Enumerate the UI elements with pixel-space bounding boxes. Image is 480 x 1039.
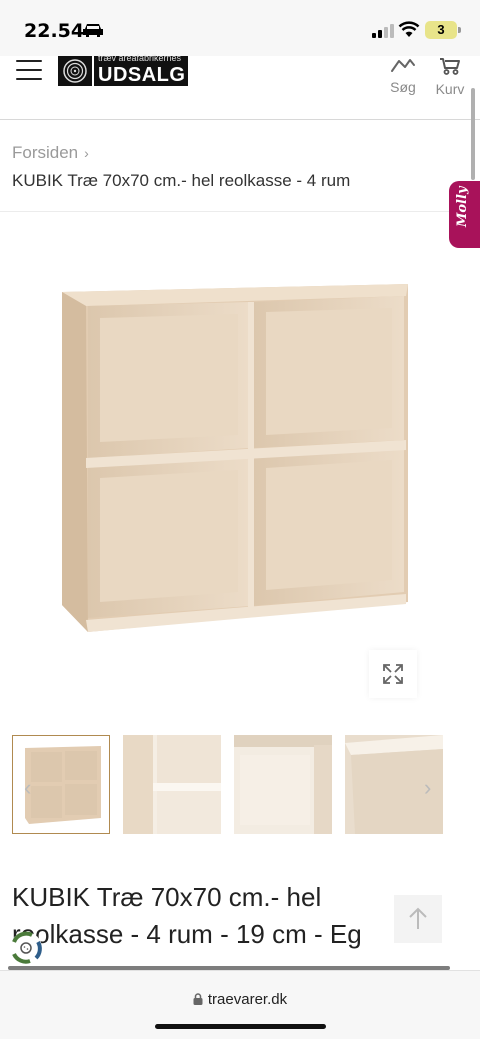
- breadcrumb-current: KUBIK Træ 70x70 cm.- hel reolkasse - 4 r…: [12, 171, 351, 190]
- chat-tab[interactable]: Molly: [449, 181, 480, 248]
- wifi-icon: [398, 21, 420, 37]
- cart-icon: [440, 58, 460, 75]
- arrow-up-icon: [409, 907, 427, 929]
- divider: [0, 211, 480, 212]
- page-scrollbar[interactable]: [471, 88, 475, 180]
- logo-subtitle: træv areafabrikernes: [98, 53, 182, 63]
- site-header: træv areafabrikernes UDSALG Søg Kurv: [0, 53, 480, 120]
- cart-label: Kurv: [435, 81, 465, 97]
- search-label: Søg: [390, 79, 416, 95]
- cart-button[interactable]: Kurv: [432, 56, 468, 97]
- site-logo[interactable]: træv areafabrikernes UDSALG: [58, 53, 188, 86]
- logo-wordmark: træv areafabrikernes UDSALG: [94, 53, 188, 86]
- search-button[interactable]: Søg: [386, 56, 420, 95]
- search-icon: [391, 59, 415, 72]
- status-time: 22.54: [24, 20, 85, 42]
- battery-cap: [458, 27, 461, 33]
- browser-bottom-bar: traevarer.dk: [0, 966, 480, 1039]
- tree-rings-icon: [63, 59, 87, 83]
- page-load-progress: [8, 966, 450, 970]
- breadcrumb: Forsiden ›: [12, 143, 89, 163]
- chevron-right-icon: ›: [84, 145, 89, 161]
- product-title: KUBIK Træ 70x70 cm.- hel reolkasse - 4 r…: [12, 882, 362, 949]
- thumbnail-3[interactable]: [234, 735, 332, 834]
- home-indicator: [155, 1024, 326, 1029]
- logo-title: UDSALG: [98, 64, 186, 86]
- signal-icon: [372, 24, 394, 38]
- url-text: traevarer.dk: [207, 991, 288, 1008]
- lock-icon: [193, 993, 203, 1005]
- thumbnail-strip: [12, 735, 452, 847]
- status-bar: 22.54 3: [0, 0, 480, 60]
- battery-indicator: 3: [425, 21, 457, 39]
- chat-tab-label: Molly: [455, 186, 470, 228]
- product-image[interactable]: [40, 270, 440, 650]
- chevron-left-icon[interactable]: ‹: [24, 775, 31, 801]
- thumbnail-2[interactable]: [123, 735, 221, 834]
- expand-icon: [383, 664, 403, 684]
- logo-emblem: [58, 56, 92, 86]
- cookie-consent-icon[interactable]: [8, 930, 44, 966]
- breadcrumb-home[interactable]: Forsiden: [12, 143, 78, 162]
- zoom-button[interactable]: [369, 650, 417, 698]
- address-bar[interactable]: traevarer.dk: [0, 991, 480, 1008]
- car-icon: [83, 24, 103, 37]
- chevron-right-icon[interactable]: ›: [424, 775, 431, 801]
- menu-icon[interactable]: [16, 60, 42, 82]
- back-to-top-button[interactable]: [394, 895, 442, 943]
